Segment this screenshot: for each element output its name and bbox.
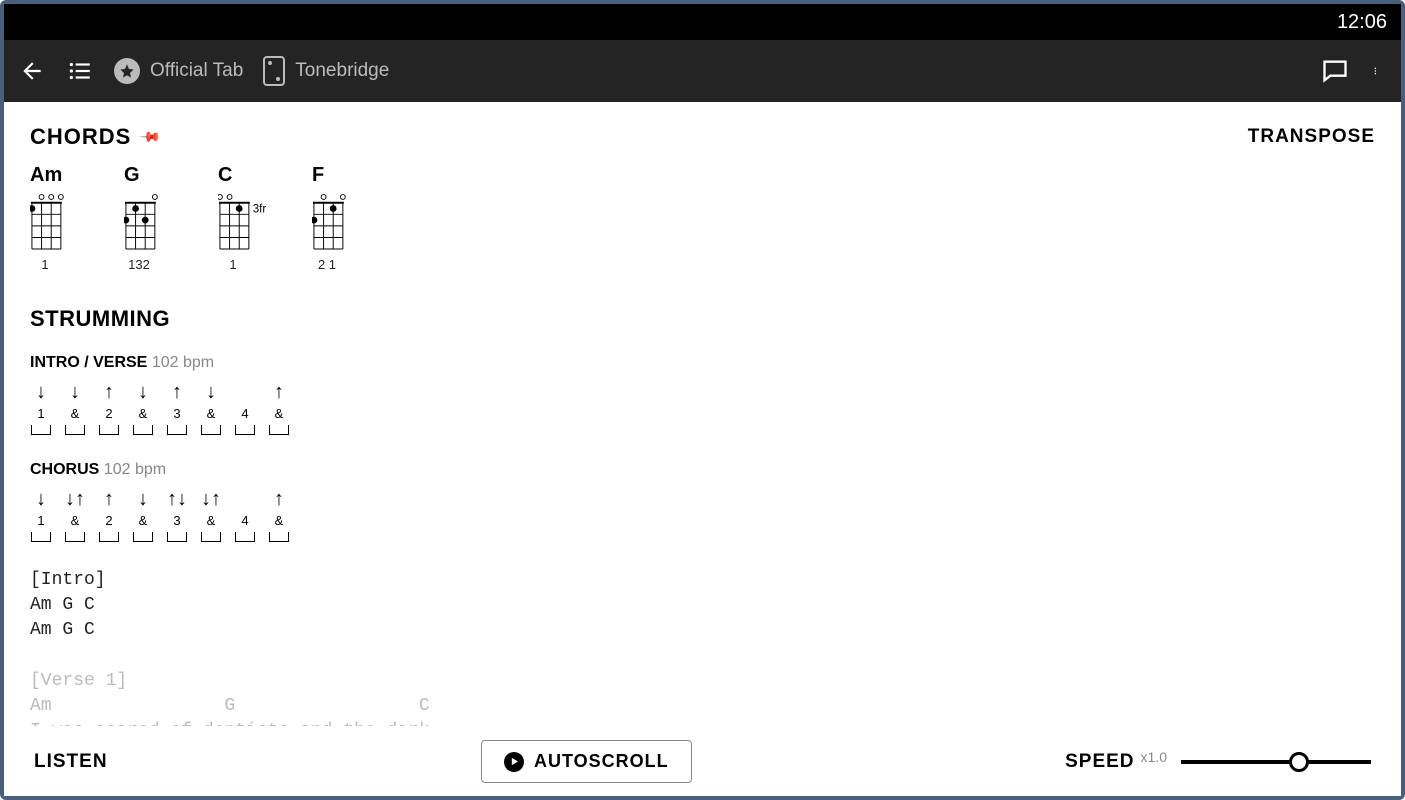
comment-icon[interactable] bbox=[1321, 57, 1349, 85]
strum-pattern-label: INTRO / VERSE 102 bpm bbox=[30, 354, 1375, 372]
strum-beat: ↓↑& bbox=[64, 487, 86, 542]
strum-beat: ↓1 bbox=[30, 380, 52, 435]
strum-beat: ↓& bbox=[132, 487, 154, 542]
pin-icon[interactable]: 📌 bbox=[138, 124, 163, 149]
chord-list: Am 1 G 132 C 3fr 1 F 2 1 bbox=[30, 164, 1375, 272]
strum-beat: ↑2 bbox=[98, 380, 120, 435]
strum-pattern: ↓1↓&↑2↓&↑3↓&4↑& bbox=[30, 380, 1375, 435]
play-icon bbox=[504, 752, 524, 772]
autoscroll-button[interactable]: AUTOSCROLL bbox=[481, 740, 692, 783]
slider-thumb[interactable] bbox=[1289, 752, 1309, 772]
strum-beat: ↑2 bbox=[98, 487, 120, 542]
status-time: 12:06 bbox=[1337, 11, 1387, 34]
strum-beat: ↓& bbox=[132, 380, 154, 435]
speed-label: SPEED bbox=[1065, 751, 1134, 773]
more-icon[interactable] bbox=[1369, 57, 1387, 85]
chord-diagram[interactable]: F 2 1 bbox=[312, 164, 370, 272]
strum-beat: 4 bbox=[234, 487, 256, 542]
chords-title-text: CHORDS bbox=[30, 124, 131, 150]
tonebridge-label: Tonebridge bbox=[295, 60, 389, 82]
tonebridge-icon bbox=[263, 56, 285, 86]
strum-beat: ↓1 bbox=[30, 487, 52, 542]
tonebridge-button[interactable]: Tonebridge bbox=[263, 56, 389, 86]
svg-text:3fr: 3fr bbox=[253, 203, 267, 215]
chord-name: Am bbox=[30, 164, 62, 187]
star-icon bbox=[114, 58, 140, 84]
strum-pattern: ↓1 ↓↑& ↑2↓& ↑↓3 ↓↑& 4↑& bbox=[30, 487, 1375, 542]
chord-fingers: 1 bbox=[218, 257, 248, 272]
strum-beat: ↑& bbox=[268, 487, 290, 542]
strum-beat: ↓↑& bbox=[200, 487, 222, 542]
content-area[interactable]: CHORDS 📌 TRANSPOSE Am 1 G 132 C 3fr 1 F 2 1 STRU… bbox=[4, 102, 1401, 726]
chord-fingers: 1 bbox=[30, 257, 60, 272]
chord-name: F bbox=[312, 164, 324, 187]
listen-button[interactable]: LISTEN bbox=[34, 751, 108, 773]
official-tab-label: Official Tab bbox=[150, 60, 243, 82]
official-tab-button[interactable]: Official Tab bbox=[114, 58, 243, 84]
strum-beat: ↑& bbox=[268, 380, 290, 435]
chord-diagram[interactable]: C 3fr 1 bbox=[218, 164, 276, 272]
strum-beat: ↓& bbox=[200, 380, 222, 435]
chords-heading: CHORDS 📌 bbox=[30, 124, 160, 150]
strumming-heading: STRUMMING bbox=[30, 306, 1375, 332]
transpose-button[interactable]: TRANSPOSE bbox=[1248, 126, 1375, 148]
speed-multiplier: x1.0 bbox=[1141, 749, 1167, 765]
strum-beat: ↓& bbox=[64, 380, 86, 435]
chord-fingers: 132 bbox=[124, 257, 154, 272]
speed-control: SPEED x1.0 bbox=[1065, 749, 1371, 775]
chord-name: G bbox=[124, 164, 140, 187]
autoscroll-label: AUTOSCROLL bbox=[534, 751, 669, 772]
bottom-bar: LISTEN AUTOSCROLL SPEED x1.0 bbox=[4, 726, 1401, 796]
strum-beat: ↑3 bbox=[166, 380, 188, 435]
strum-beat: ↑↓3 bbox=[166, 487, 188, 542]
strum-beat: 4 bbox=[234, 380, 256, 435]
strum-pattern-label: CHORUS 102 bpm bbox=[30, 461, 1375, 479]
tab-text: [Intro]Am G CAm G C [Verse 1]Am G CI was… bbox=[30, 568, 1375, 726]
toolbar: Official Tab Tonebridge bbox=[4, 40, 1401, 102]
list-icon[interactable] bbox=[66, 57, 94, 85]
chord-diagram[interactable]: G 132 bbox=[124, 164, 182, 272]
back-icon[interactable] bbox=[18, 57, 46, 85]
chord-name: C bbox=[218, 164, 232, 187]
chord-diagram[interactable]: Am 1 bbox=[30, 164, 88, 272]
speed-slider[interactable] bbox=[1181, 760, 1371, 764]
status-bar: 12:06 bbox=[4, 4, 1401, 40]
chord-fingers: 2 1 bbox=[312, 257, 342, 272]
